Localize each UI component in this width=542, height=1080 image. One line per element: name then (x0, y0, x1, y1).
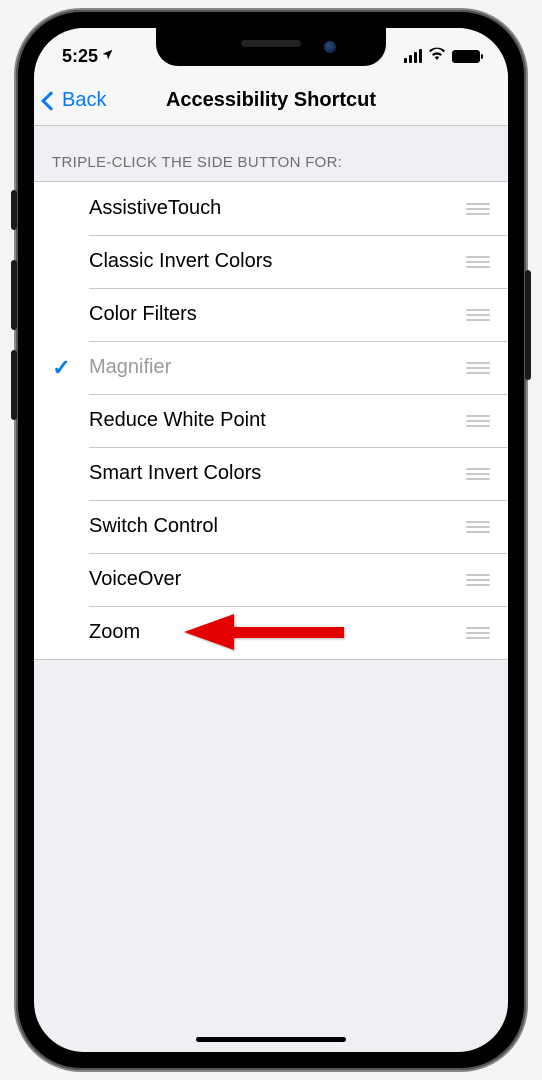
notch (156, 28, 386, 66)
navigation-bar: Back Accessibility Shortcut (34, 76, 508, 126)
back-button[interactable]: Back (44, 89, 106, 112)
status-right (404, 47, 480, 65)
list-item-classic-invert[interactable]: Classic Invert Colors (34, 235, 508, 288)
list-item-label: Smart Invert Colors (89, 462, 466, 485)
list-item-zoom[interactable]: Zoom (34, 606, 508, 659)
list-item-magnifier[interactable]: ✓ Magnifier (34, 341, 508, 394)
checkmark-icon: ✓ (52, 355, 70, 381)
list-item-label: Reduce White Point (89, 409, 466, 432)
home-indicator[interactable] (196, 1037, 346, 1042)
reorder-handle-icon[interactable] (466, 415, 494, 427)
reorder-handle-icon[interactable] (466, 468, 494, 480)
cellular-signal-icon (404, 49, 422, 63)
reorder-handle-icon[interactable] (466, 203, 494, 215)
location-icon (101, 48, 114, 64)
phone-frame: 5:25 (16, 10, 526, 1070)
list-item-color-filters[interactable]: Color Filters (34, 288, 508, 341)
reorder-handle-icon[interactable] (466, 521, 494, 533)
wifi-icon (428, 47, 446, 65)
check-area: ✓ (34, 355, 89, 381)
list-item-label: AssistiveTouch (89, 197, 466, 220)
list-item-assistivetouch[interactable]: AssistiveTouch (34, 182, 508, 235)
chevron-left-icon (41, 91, 61, 111)
section-header: TRIPLE-CLICK THE SIDE BUTTON FOR: (34, 126, 508, 181)
reorder-handle-icon[interactable] (466, 574, 494, 586)
shortcut-list: AssistiveTouch Classic Invert Colors Col… (34, 181, 508, 660)
back-label: Back (62, 89, 106, 112)
side-button (525, 270, 531, 380)
list-item-label: Switch Control (89, 515, 466, 538)
volume-down-button (11, 350, 17, 420)
list-item-label: Magnifier (89, 356, 466, 379)
list-item-reduce-white-point[interactable]: Reduce White Point (34, 394, 508, 447)
screen: 5:25 (34, 28, 508, 1052)
status-time-area: 5:25 (62, 46, 114, 67)
list-item-switch-control[interactable]: Switch Control (34, 500, 508, 553)
volume-up-button (11, 260, 17, 330)
reorder-handle-icon[interactable] (466, 309, 494, 321)
list-item-voiceover[interactable]: VoiceOver (34, 553, 508, 606)
reorder-handle-icon[interactable] (466, 362, 494, 374)
list-item-label: VoiceOver (89, 568, 466, 591)
mute-switch (11, 190, 17, 230)
reorder-handle-icon[interactable] (466, 256, 494, 268)
reorder-handle-icon[interactable] (466, 627, 494, 639)
list-item-label: Zoom (89, 621, 466, 644)
list-item-label: Color Filters (89, 303, 466, 326)
list-item-smart-invert[interactable]: Smart Invert Colors (34, 447, 508, 500)
list-item-label: Classic Invert Colors (89, 250, 466, 273)
battery-icon (452, 50, 480, 63)
status-time: 5:25 (62, 46, 98, 67)
